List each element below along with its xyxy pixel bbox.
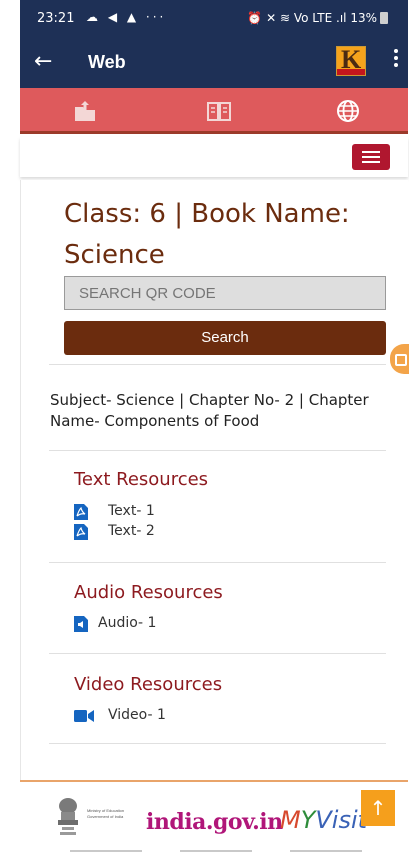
national-emblem-logo — [58, 798, 78, 835]
tab-web[interactable] — [334, 97, 362, 125]
tab-book[interactable] — [205, 97, 233, 125]
page-title: Class: 6 | Book Name: Science — [64, 199, 350, 270]
scroll-to-top-button[interactable]: ↑ — [361, 790, 395, 826]
page-header — [20, 137, 408, 177]
tab-upload[interactable] — [71, 97, 99, 125]
more-vert-icon[interactable] — [393, 49, 399, 73]
footer: Ministry of Education Government of Indi… — [20, 782, 408, 855]
floating-widget-button[interactable] — [390, 344, 409, 374]
divider — [49, 743, 386, 744]
divider — [49, 562, 386, 563]
resource-label: Audio- 1 — [98, 615, 157, 631]
audio-file-icon — [74, 616, 88, 632]
app-title: Web — [88, 52, 126, 72]
app-bar: ← Web K — [20, 38, 408, 88]
india-gov-logo[interactable]: india.gov.in — [146, 809, 283, 835]
content-card: Class: 6 | Book Name: Science Search Sub… — [20, 180, 408, 780]
notification-icons: ☁ ◀ ▲ ··· — [86, 10, 167, 24]
divider — [49, 364, 386, 365]
divider — [49, 450, 386, 451]
system-icons: ⏰ ✕ ≋ Vo LTE .ıl — [247, 11, 347, 25]
app-logo: K — [336, 45, 366, 76]
pdf-icon — [74, 524, 88, 540]
video-camera-icon — [74, 710, 94, 722]
search-button[interactable]: Search — [64, 321, 386, 355]
nav-home-indicator[interactable] — [180, 850, 252, 852]
back-arrow-icon[interactable]: ← — [34, 49, 52, 74]
resource-label: Text- 2 — [108, 523, 155, 539]
pdf-icon — [74, 504, 88, 520]
logo-strip — [337, 69, 365, 75]
resource-label: Video- 1 — [108, 707, 166, 723]
ministry-label: Ministry of Education Government of Indi… — [87, 808, 125, 819]
audio-resources-title: Audio Resources — [74, 582, 223, 603]
myvisit-logo[interactable]: MYVisit — [280, 806, 367, 834]
status-time: 23:21 — [37, 11, 75, 26]
globe-icon — [337, 100, 359, 122]
nav-back-indicator[interactable] — [70, 850, 142, 852]
hamburger-menu-button[interactable] — [352, 144, 390, 170]
system-status: ⏰ ✕ ≋ Vo LTE .ıl 13% — [247, 11, 388, 25]
upload-folder-icon — [75, 101, 95, 121]
resource-label: Text- 1 — [108, 503, 155, 519]
qr-search-input[interactable] — [64, 276, 386, 310]
video-resources-title: Video Resources — [74, 674, 223, 695]
status-bar: 23:21 ☁ ◀ ▲ ··· ⏰ ✕ ≋ Vo LTE .ıl 13% — [20, 0, 408, 38]
divider — [49, 653, 386, 654]
nav-recents-indicator[interactable] — [290, 850, 362, 852]
battery-icon — [380, 12, 388, 24]
book-icon — [207, 102, 231, 121]
battery-level: 13% — [350, 11, 377, 25]
subject-info: Subject- Science | Chapter No- 2 | Chapt… — [50, 391, 369, 430]
tab-bar — [20, 88, 408, 134]
text-resources-title: Text Resources — [74, 469, 209, 490]
system-nav-bar — [20, 848, 408, 855]
